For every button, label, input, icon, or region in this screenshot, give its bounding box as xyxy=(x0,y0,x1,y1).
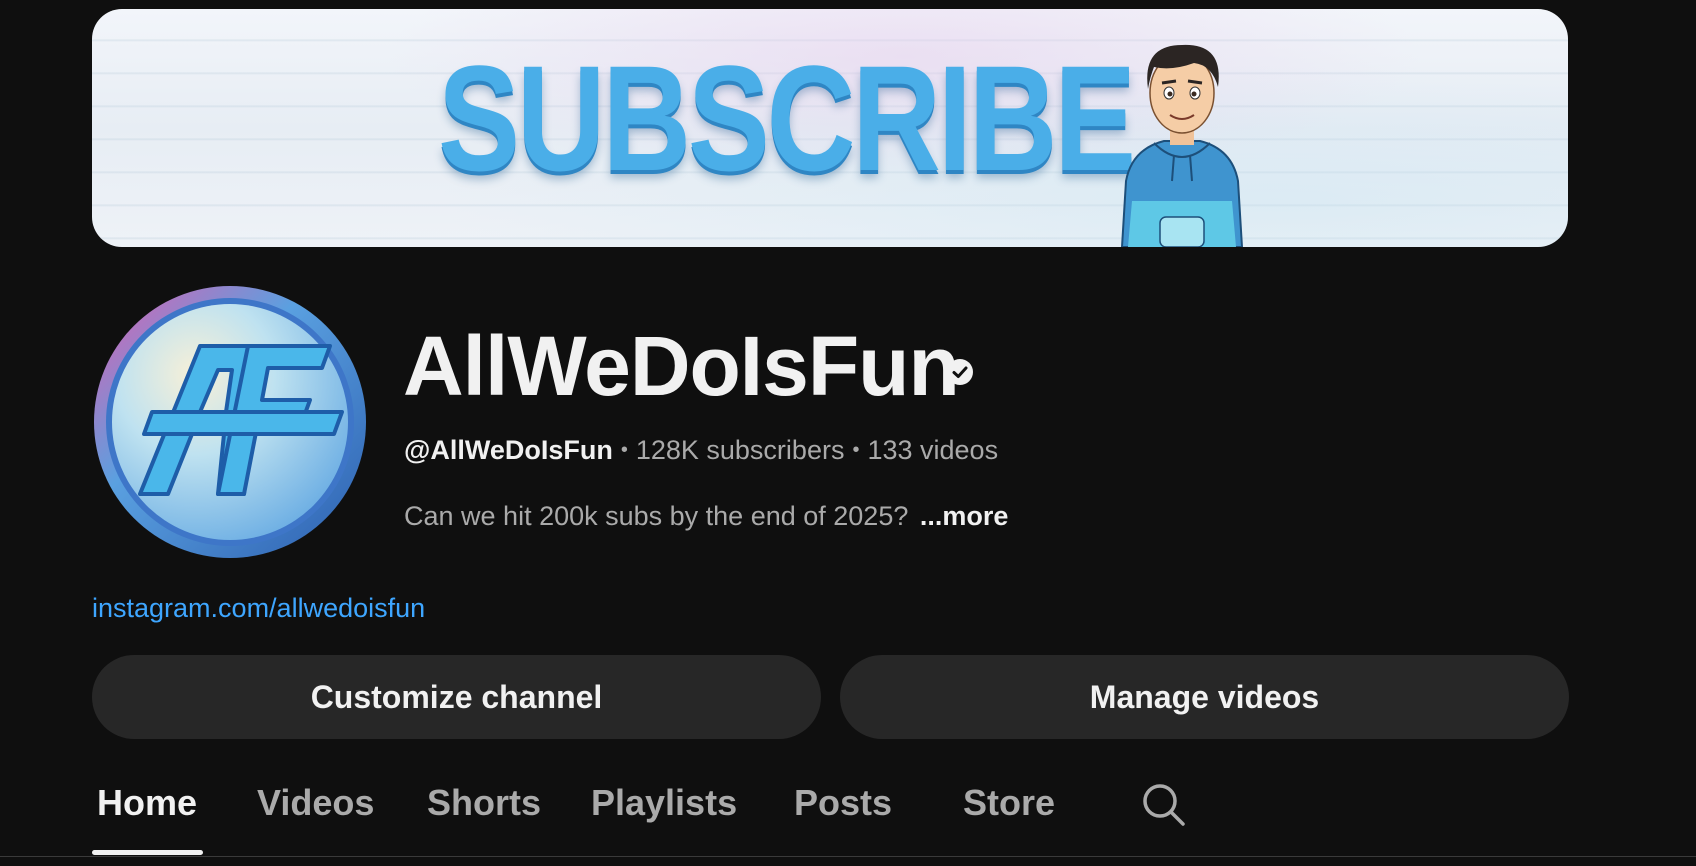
subscriber-count: 128K subscribers xyxy=(635,435,845,465)
tabs-divider xyxy=(0,856,1696,857)
tab-shorts[interactable]: Shorts xyxy=(427,770,541,856)
verified-check-icon xyxy=(947,359,973,385)
customize-channel-button[interactable]: Customize channel xyxy=(92,655,821,739)
banner-subscribe-text: SUBSCRIBE xyxy=(438,34,1136,202)
channel-banner: SUBSCRIBE xyxy=(92,9,1568,247)
channel-tabs: Home Videos Shorts Playlists Posts Store xyxy=(92,770,1696,856)
channel-handle: @AllWeDoIsFun xyxy=(404,435,613,465)
tab-videos[interactable]: Videos xyxy=(257,770,374,856)
tab-playlists[interactable]: Playlists xyxy=(591,770,737,856)
search-icon[interactable] xyxy=(1141,782,1187,828)
channel-description[interactable]: Can we hit 200k subs by the end of 2025?… xyxy=(404,498,1008,534)
meta-separator: • xyxy=(620,439,628,461)
channel-meta: @AllWeDoIsFun • 128K subscribers • 133 video… xyxy=(404,432,998,468)
instagram-link[interactable]: instagram.com/allwedoisfun xyxy=(92,590,425,626)
meta-separator: • xyxy=(852,439,860,461)
manage-videos-button[interactable]: Manage videos xyxy=(840,655,1569,739)
channel-name: AllWeDoIsFun xyxy=(403,319,960,413)
active-tab-indicator xyxy=(92,850,203,855)
tab-posts[interactable]: Posts xyxy=(794,770,892,856)
channel-avatar[interactable] xyxy=(92,284,368,560)
tab-home[interactable]: Home xyxy=(97,770,197,856)
more-button[interactable]: ...more xyxy=(920,501,1009,531)
description-text: Can we hit 200k subs by the end of 2025? xyxy=(404,501,909,531)
mascot-illustration xyxy=(1120,44,1244,247)
video-count: 133 videos xyxy=(867,435,999,465)
tab-store[interactable]: Store xyxy=(963,770,1055,856)
